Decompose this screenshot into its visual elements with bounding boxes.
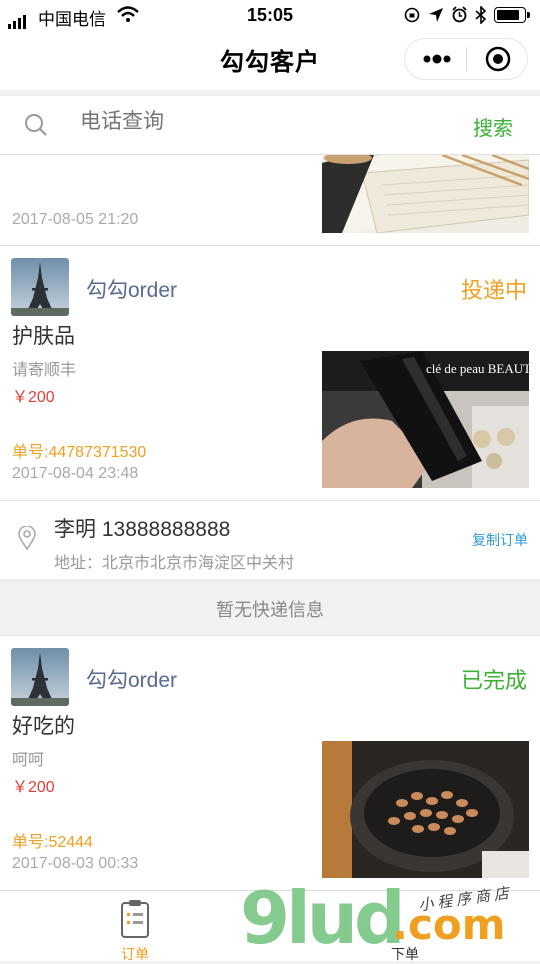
product-image <box>322 741 529 878</box>
order-card[interactable]: 勾勾order 已完成 好吃的 呵呵 ￥200 单号:52444 2017-08… <box>0 636 540 890</box>
order-status: 投递中 <box>460 278 527 303</box>
order-note: 呵呵 <box>12 752 45 769</box>
order-number: 单号:44787371530 <box>12 444 147 461</box>
contact-name-phone: 李明 13888888888 <box>54 518 231 541</box>
express-info-text: 暂无快递信息 <box>216 600 324 620</box>
rotation-lock-icon <box>404 7 420 23</box>
product-image: clé de peau BEAUTÉ <box>322 351 529 488</box>
order-card[interactable]: 2017-08-05 21:20 <box>0 155 540 245</box>
shop-name: 勾勾order <box>86 279 178 302</box>
location-pin-icon <box>18 526 36 550</box>
alarm-icon <box>452 6 467 23</box>
order-date: 2017-08-03 00:33 <box>12 855 139 872</box>
shop-name: 勾勾order <box>86 669 178 692</box>
order-note: 请寄顺丰 <box>12 362 77 379</box>
shop-avatar <box>11 258 69 316</box>
status-bar: 中国电信 15:05 <box>0 0 540 30</box>
search-icon <box>25 114 47 136</box>
close-miniprogram-icon[interactable] <box>485 46 511 77</box>
location-icon <box>429 8 443 22</box>
tab-orders[interactable]: 订单 <box>94 895 176 962</box>
contact-address: 地址：北京市北京市海淀区中关村 <box>54 555 295 572</box>
product-name: 护肤品 <box>12 325 75 348</box>
order-date: 2017-08-04 23:48 <box>12 465 139 482</box>
capsule-menu <box>404 38 528 80</box>
order-price: ￥200 <box>12 389 55 406</box>
tab-orders-label: 订单 <box>121 946 149 962</box>
tab-bar: 订单 下单 <box>0 890 540 962</box>
copy-order-button[interactable]: 复制订单 <box>472 530 528 550</box>
order-date: 2017-08-05 21:20 <box>12 211 139 228</box>
battery-icon <box>494 7 530 23</box>
tab-place-order-label: 下单 <box>391 946 419 962</box>
capsule-divider <box>466 47 467 71</box>
product-brand-text: clé de peau BEAUTÉ <box>426 361 529 376</box>
express-info-row: 暂无快递信息 <box>0 580 540 636</box>
product-image <box>322 155 529 233</box>
search-bar: 搜索 <box>0 96 540 155</box>
search-button[interactable]: 搜索 <box>473 112 513 141</box>
bluetooth-icon <box>475 6 487 24</box>
shop-avatar <box>11 648 69 706</box>
address-row: 李明 13888888888 地址：北京市北京市海淀区中关村 复制订单 <box>0 501 540 579</box>
more-icon[interactable] <box>419 51 455 67</box>
order-status: 已完成 <box>460 668 527 693</box>
order-card[interactable]: 勾勾order 投递中 护肤品 请寄顺丰 ￥200 单号:44787371530… <box>0 246 540 500</box>
order-price: ￥200 <box>12 779 55 796</box>
tab-place-order[interactable]: 下单 <box>364 895 446 962</box>
search-input[interactable] <box>80 110 410 134</box>
product-name: 好吃的 <box>12 715 75 738</box>
order-number: 单号:52444 <box>12 834 93 851</box>
clipboard-icon <box>121 900 149 938</box>
nav-bar: 勾勾客户 <box>0 30 540 90</box>
